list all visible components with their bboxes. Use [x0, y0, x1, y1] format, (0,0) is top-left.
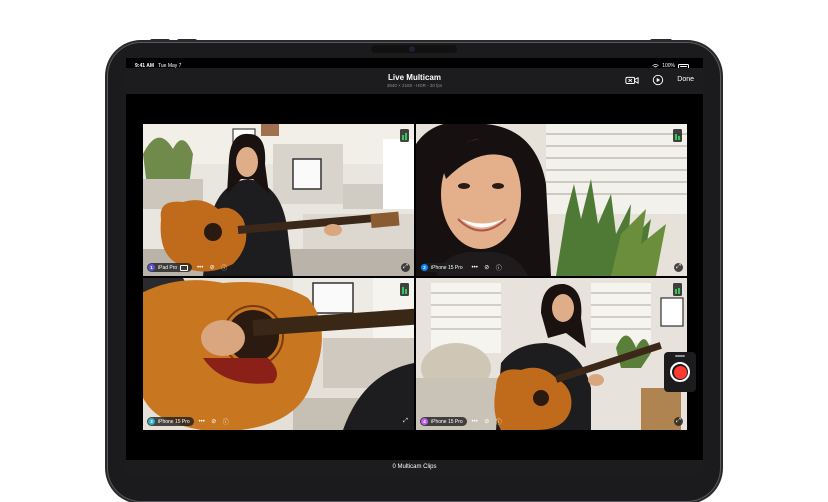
camera-label-chip[interactable]: 1 iPad Pro: [147, 263, 193, 272]
camera-label-chip[interactable]: 2 iPhone 15 Pro: [420, 263, 467, 272]
camera-feed-wide-shot: [143, 124, 414, 276]
camera-tile-3[interactable]: 3 iPhone 15 Pro ••• ⊘ ⓘ ⤢: [143, 278, 414, 430]
page-subtitle: 3840 × 2160 - HDR - 30 fps: [386, 83, 443, 88]
camera-feed-closeup: [416, 124, 687, 276]
camera-feed-guitar-closeup: [143, 278, 414, 430]
playback-icon[interactable]: [651, 74, 665, 86]
info-icon[interactable]: ⓘ: [495, 418, 503, 426]
record-button[interactable]: [670, 362, 690, 382]
mic-muted-icon[interactable]: ⊘: [483, 418, 491, 426]
mic-muted-icon[interactable]: ⊘: [210, 418, 218, 426]
record-panel: [664, 352, 696, 392]
camera-number-badge: 2: [421, 264, 428, 271]
camera-controls: 1 iPad Pro ••• ⊘ ⓘ: [147, 263, 228, 272]
camera-number-badge: 4: [421, 418, 428, 425]
more-icon[interactable]: •••: [196, 264, 204, 272]
navigation-bar: Live Multicam 3840 × 2160 - HDR - 30 fps…: [126, 68, 703, 94]
done-button[interactable]: Done: [677, 76, 694, 83]
audio-level-meter: [673, 283, 682, 296]
camera-label-chip[interactable]: 4 iPhone 15 Pro: [420, 417, 467, 426]
camera-number-badge: 3: [148, 418, 155, 425]
audio-level-meter: [673, 129, 682, 142]
camera-name: iPhone 15 Pro: [431, 264, 463, 271]
expand-icon[interactable]: ⤢: [674, 263, 683, 272]
info-icon[interactable]: ⓘ: [220, 264, 228, 272]
drag-handle[interactable]: [675, 355, 685, 357]
multicam-grid: 1 iPad Pro ••• ⊘ ⓘ ⤢ 2 iPhone 15 Pro •••…: [143, 124, 687, 430]
record-dot-icon: [673, 365, 687, 379]
camera-name: iPhone 15 Pro: [431, 418, 463, 425]
audio-level-meter: [400, 283, 409, 296]
camera-controls: 3 iPhone 15 Pro ••• ⊘ ⓘ: [147, 417, 230, 426]
more-icon[interactable]: •••: [198, 418, 206, 426]
camera-tile-4[interactable]: 4 iPhone 15 Pro ••• ⊘ ⓘ ⤢: [416, 278, 687, 430]
mic-muted-icon[interactable]: ⊘: [483, 264, 491, 272]
camera-tile-1[interactable]: 1 iPad Pro ••• ⊘ ⓘ ⤢: [143, 124, 414, 276]
camera-feed-side-angle: [416, 278, 687, 430]
camera-tile-2[interactable]: 2 iPhone 15 Pro ••• ⊘ ⓘ ⤢: [416, 124, 687, 276]
mic-muted-icon[interactable]: ⊘: [208, 264, 216, 272]
camera-controls: 4 iPhone 15 Pro ••• ⊘ ⓘ: [420, 417, 503, 426]
camera-label-chip[interactable]: 3 iPhone 15 Pro: [147, 417, 194, 426]
page-title: Live Multicam: [388, 73, 441, 82]
screen-icon: [180, 264, 189, 271]
camera-number-badge: 1: [148, 264, 155, 271]
app-screen: 9:41 AM Tue May 7 100% Live Multicam 384…: [126, 58, 703, 478]
audio-level-meter: [400, 129, 409, 142]
camera-switch-icon[interactable]: [625, 74, 639, 86]
info-icon[interactable]: ⓘ: [222, 418, 230, 426]
more-icon[interactable]: •••: [471, 264, 479, 272]
more-icon[interactable]: •••: [471, 418, 479, 426]
camera-controls: 2 iPhone 15 Pro ••• ⊘ ⓘ: [420, 263, 503, 272]
expand-icon[interactable]: ⤢: [401, 417, 410, 426]
info-icon[interactable]: ⓘ: [495, 264, 503, 272]
expand-icon[interactable]: ⤢: [401, 263, 410, 272]
expand-icon[interactable]: ⤢: [674, 417, 683, 426]
camera-name: iPhone 15 Pro: [158, 418, 190, 425]
multicam-clips-count[interactable]: 0 Multicam Clips: [126, 464, 703, 470]
front-camera: [371, 45, 457, 53]
camera-name: iPad Pro: [158, 264, 178, 271]
